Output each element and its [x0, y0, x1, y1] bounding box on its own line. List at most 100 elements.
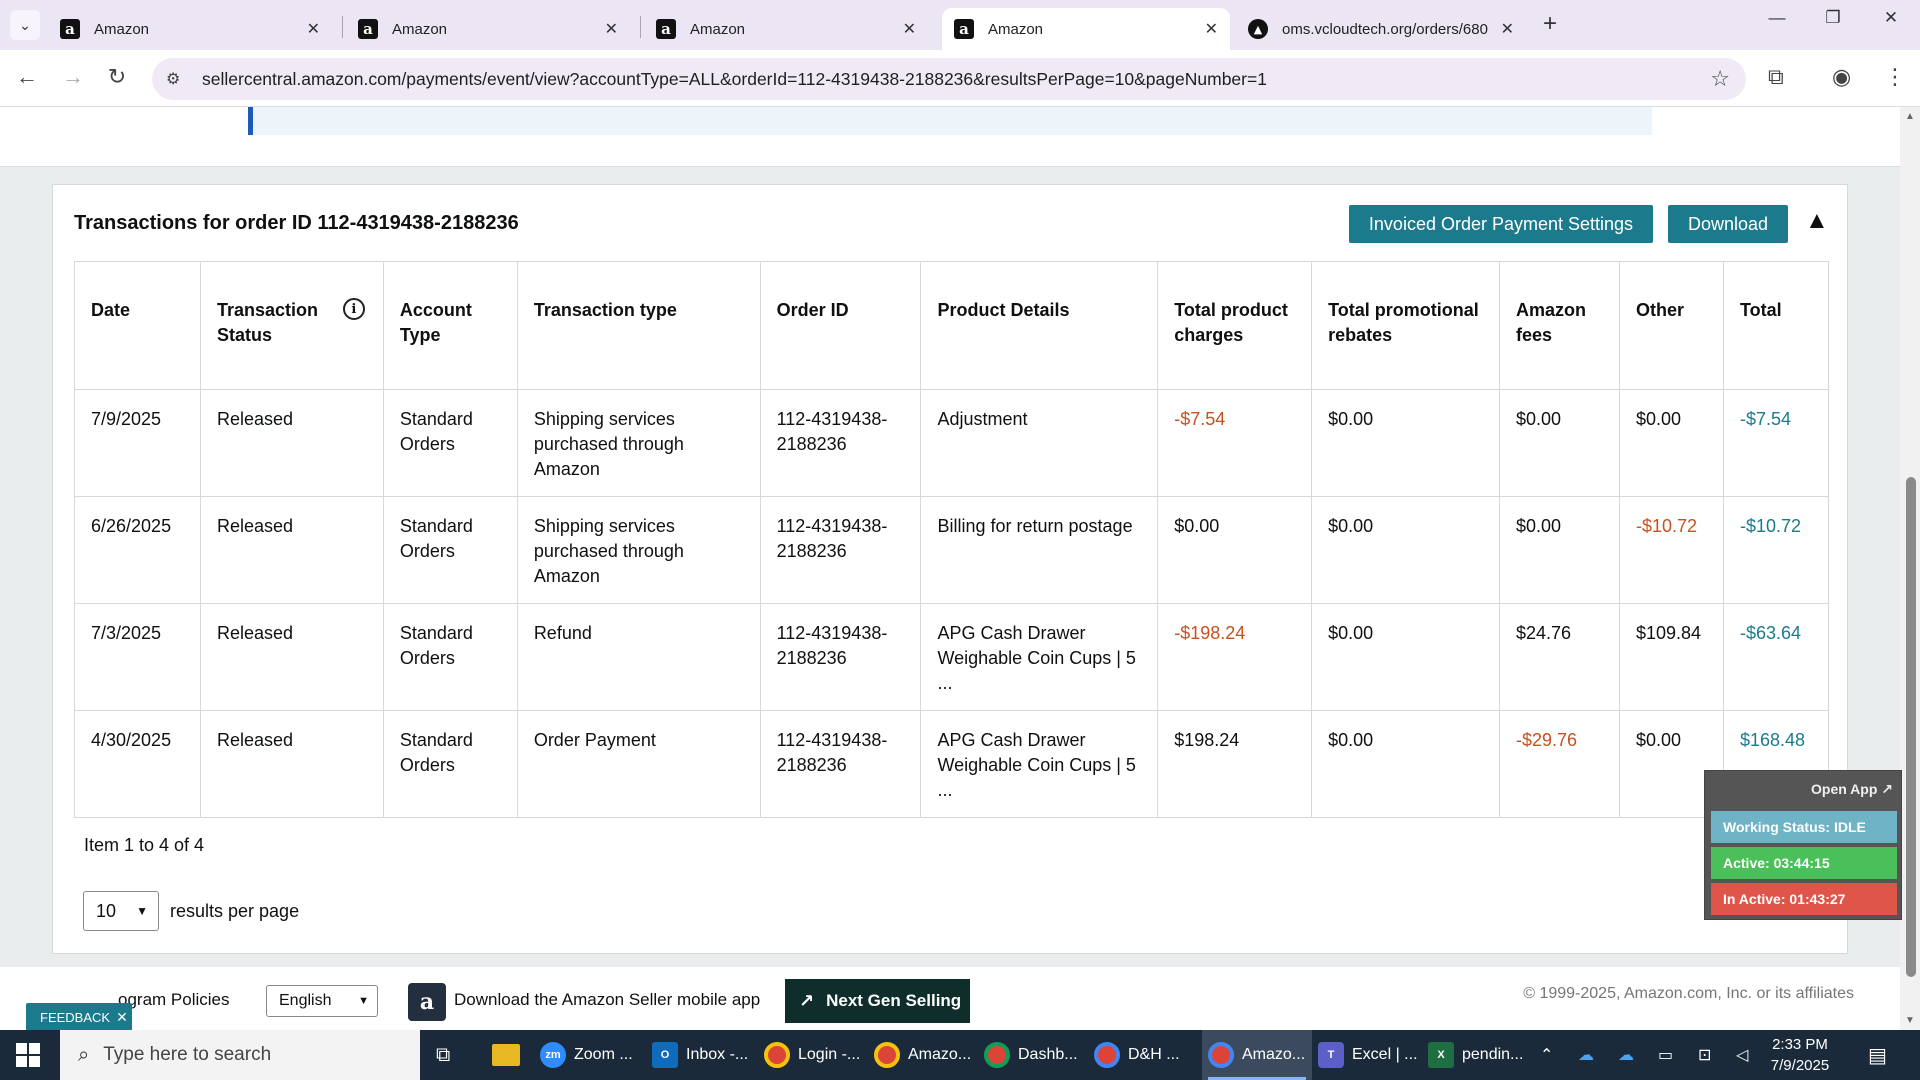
cell-total: -$63.64 [1722, 603, 1830, 711]
browser-tab-5[interactable]: ▲ oms.vcloudtech.org/orders/680 ✕ [1236, 8, 1526, 50]
address-bar[interactable]: ⚙ sellercentral.amazon.com/payments/even… [152, 58, 1746, 100]
extensions-icon[interactable]: ⧉ [1768, 64, 1784, 90]
next-gen-selling-button[interactable]: ↗ Next Gen Selling [785, 979, 970, 1023]
cell-transaction-type: Shipping services purchased through Amaz… [516, 496, 761, 604]
battery-icon[interactable]: ▭ [1658, 1045, 1673, 1065]
scroll-up-arrow-icon[interactable]: ▲ [1905, 111, 1915, 122]
cell-date: 7/3/2025 [74, 603, 201, 711]
browser-tab-1[interactable]: a Amazon ✕ [48, 8, 332, 50]
minimize-window-button[interactable]: — [1752, 8, 1802, 28]
open-app-link[interactable]: Open App ↗ [1811, 781, 1893, 798]
cell-amazon-fees: $24.76 [1499, 603, 1620, 711]
browser-tab-2[interactable]: a Amazon ✕ [346, 8, 630, 50]
info-icon[interactable]: i [342, 298, 365, 320]
taskbar-item-label: Amazo... [1242, 1046, 1306, 1063]
taskbar-chrome-dashboard[interactable]: Dashb... [984, 1030, 1084, 1080]
column-header-transaction-status: Transaction Status i [199, 261, 384, 390]
back-arrow-icon[interactable]: ← [12, 64, 42, 90]
browser-tab-4-active[interactable]: a Amazon ✕ [942, 8, 1230, 50]
tab-separator [342, 16, 343, 38]
scroll-down-arrow-icon[interactable]: ▼ [1905, 1015, 1915, 1026]
tab-search-button[interactable]: ⌄ [10, 10, 40, 40]
onedrive-icon[interactable]: ☁ [1618, 1045, 1634, 1065]
notifications-icon[interactable]: ▤ [1868, 1043, 1887, 1068]
browser-tab-3[interactable]: a Amazon ✕ [644, 8, 928, 50]
cell-status: Released [199, 496, 384, 604]
mobile-app-link[interactable]: Download the Amazon Seller mobile app [454, 990, 760, 1010]
feedback-button[interactable]: FEEDBACK ✕ [26, 1003, 132, 1031]
forward-arrow-icon[interactable]: → [58, 64, 88, 90]
cell-total: -$7.54 [1722, 389, 1830, 497]
browser-menu-icon[interactable]: ⋮ [1884, 64, 1906, 90]
cell-product-details: Adjustment [920, 389, 1159, 497]
taskbar-chrome-login[interactable]: Login -... [764, 1030, 864, 1080]
profile-icon[interactable]: ◉ [1832, 64, 1851, 90]
new-tab-button[interactable]: + [1543, 10, 1557, 38]
taskbar-item-label: Inbox -... [686, 1046, 749, 1063]
cell-other: $0.00 [1618, 389, 1724, 497]
card-title: Transactions for order ID 112-4319438-21… [74, 212, 519, 234]
taskbar-clock[interactable]: 2:33 PM 7/9/2025 [1750, 1034, 1850, 1076]
tab-separator [640, 16, 641, 38]
page-footer: ogram Policies English ▼ a Download the … [0, 967, 1900, 1030]
taskbar-outlook[interactable]: O Inbox -... [652, 1030, 752, 1080]
close-tab-icon[interactable]: ✕ [307, 19, 320, 39]
clock-date: 7/9/2025 [1770, 1057, 1830, 1074]
taskbar-teams-excel[interactable]: T Excel | ... [1318, 1030, 1418, 1080]
scrollbar-thumb[interactable] [1906, 477, 1916, 977]
language-select[interactable]: English ▼ [266, 985, 378, 1017]
taskbar-chrome-amazon-2[interactable]: Amazo... [1202, 1030, 1312, 1080]
working-status-row: Working Status: IDLE [1711, 811, 1897, 843]
browser-toolbar: ← → ↻ ⚙ sellercentral.amazon.com/payment… [0, 50, 1920, 107]
outlook-icon: O [652, 1042, 678, 1068]
column-header-total: Total [1722, 261, 1830, 390]
chrome-icon [874, 1042, 900, 1068]
onedrive-icon[interactable]: ☁ [1578, 1045, 1594, 1065]
info-banner [248, 107, 1652, 135]
column-header-date[interactable]: Date [74, 261, 201, 390]
close-tab-icon[interactable]: ✕ [1501, 19, 1514, 39]
browser-tab-strip: ⌄ a Amazon ✕ a Amazon ✕ a Amazon ✕ a Ama… [0, 0, 1920, 50]
cell-order-id: 112-4319438-2188236 [759, 710, 922, 818]
taskbar-chrome-dh[interactable]: D&H ... [1094, 1030, 1194, 1080]
top-banner-area [0, 107, 1900, 167]
windows-taskbar: ⌕ Type here to search ⧉ zm Zoom ... O In… [0, 1030, 1920, 1080]
file-explorer-icon[interactable] [492, 1030, 520, 1080]
close-tab-icon[interactable]: ✕ [903, 19, 916, 39]
url-text[interactable]: sellercentral.amazon.com/payments/event/… [202, 69, 1267, 90]
volume-icon[interactable]: ◁ [1736, 1045, 1748, 1065]
taskbar-zoom[interactable]: zm Zoom ... [540, 1030, 640, 1080]
tray-chevron-up-icon[interactable]: ⌃ [1540, 1045, 1553, 1065]
close-icon[interactable]: ✕ [116, 1009, 128, 1026]
invoiced-order-payment-settings-button[interactable]: Invoiced Order Payment Settings [1349, 205, 1653, 243]
taskbar-chrome-amazon-1[interactable]: Amazo... [874, 1030, 974, 1080]
warning-icon[interactable]: ▲ [1805, 207, 1829, 235]
page-scrollbar[interactable]: ▲ ▼ [1900, 107, 1920, 1030]
close-tab-icon[interactable]: ✕ [1205, 19, 1218, 39]
windows-start-icon[interactable] [16, 1043, 40, 1067]
close-tab-icon[interactable]: ✕ [605, 19, 618, 39]
site-info-icon[interactable]: ⚙ [166, 69, 196, 89]
cell-status: Released [199, 389, 384, 497]
table-header-row: Date Transaction Status i Account Type Tr… [74, 261, 1830, 390]
table-row: 7/3/2025 Released Standard Orders Refund… [74, 603, 1830, 711]
column-header-other: Other [1618, 261, 1724, 390]
download-button[interactable]: Download [1668, 205, 1788, 243]
bookmark-star-icon[interactable]: ☆ [1710, 66, 1730, 92]
cell-other: $109.84 [1618, 603, 1724, 711]
program-policies-link[interactable]: ogram Policies [118, 990, 230, 1010]
close-window-button[interactable]: ✕ [1866, 8, 1916, 28]
reload-icon[interactable]: ↻ [102, 64, 132, 90]
cell-transaction-type: Order Payment [516, 710, 761, 818]
excel-icon: X [1428, 1042, 1454, 1068]
network-icon[interactable]: ⊡ [1698, 1045, 1711, 1065]
task-view-icon[interactable]: ⧉ [436, 1030, 450, 1080]
cell-account-type: Standard Orders [382, 603, 518, 711]
taskbar-search-box[interactable]: ⌕ Type here to search [60, 1030, 420, 1080]
restore-window-button[interactable]: ❐ [1808, 8, 1858, 28]
amazon-app-icon[interactable]: a [408, 983, 446, 1021]
cell-total: -$10.72 [1722, 496, 1830, 604]
taskbar-excel[interactable]: X pendin... [1428, 1030, 1528, 1080]
transactions-card: Transactions for order ID 112-4319438-21… [52, 184, 1848, 954]
results-per-page-select[interactable]: 10 ▼ [83, 891, 159, 931]
